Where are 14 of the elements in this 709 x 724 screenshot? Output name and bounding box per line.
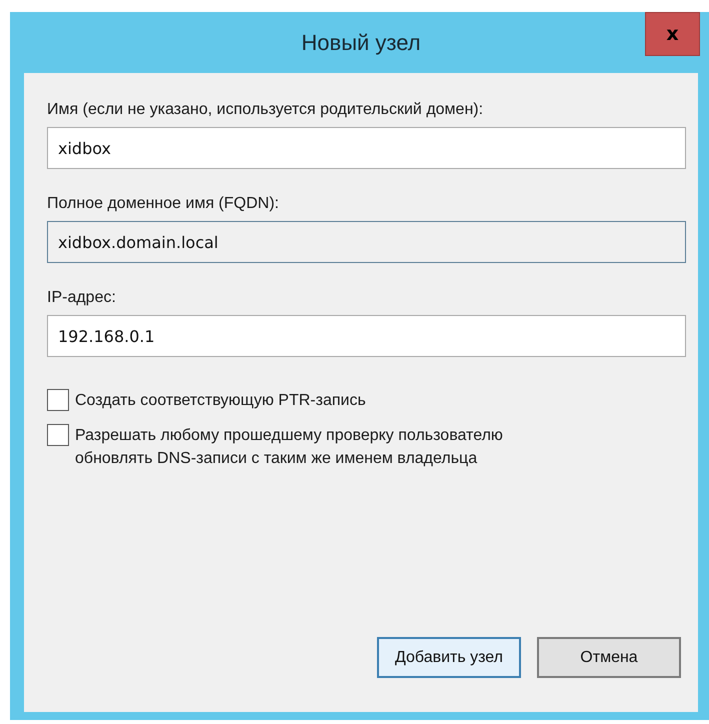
close-button[interactable]: x: [645, 12, 700, 56]
add-host-button[interactable]: Добавить узел: [377, 637, 521, 678]
checkbox-label: Разрешать любому прошедшему проверку пользователю обновлять DNS-записи с таким же именем владельца: [75, 426, 504, 469]
checkbox[interactable]: [47, 424, 69, 446]
cancel-button[interactable]: Отмена: [537, 637, 681, 678]
input-field[interactable]: xidbox.domain.local: [47, 221, 686, 263]
input-field[interactable]: xidbox: [47, 127, 686, 169]
input-field[interactable]: 192.168.0.1: [47, 315, 686, 357]
field-label: Полное доменное имя (FQDN):: [47, 195, 280, 213]
checkbox[interactable]: [47, 389, 69, 411]
field-label: Имя (если не указано, используется родительский домен):: [47, 101, 484, 119]
window-title: Новый узел: [301, 30, 421, 56]
field-label: IP-адрес:: [47, 289, 117, 307]
checkbox-label: Создать соответствующую PTR-запись: [75, 391, 366, 411]
